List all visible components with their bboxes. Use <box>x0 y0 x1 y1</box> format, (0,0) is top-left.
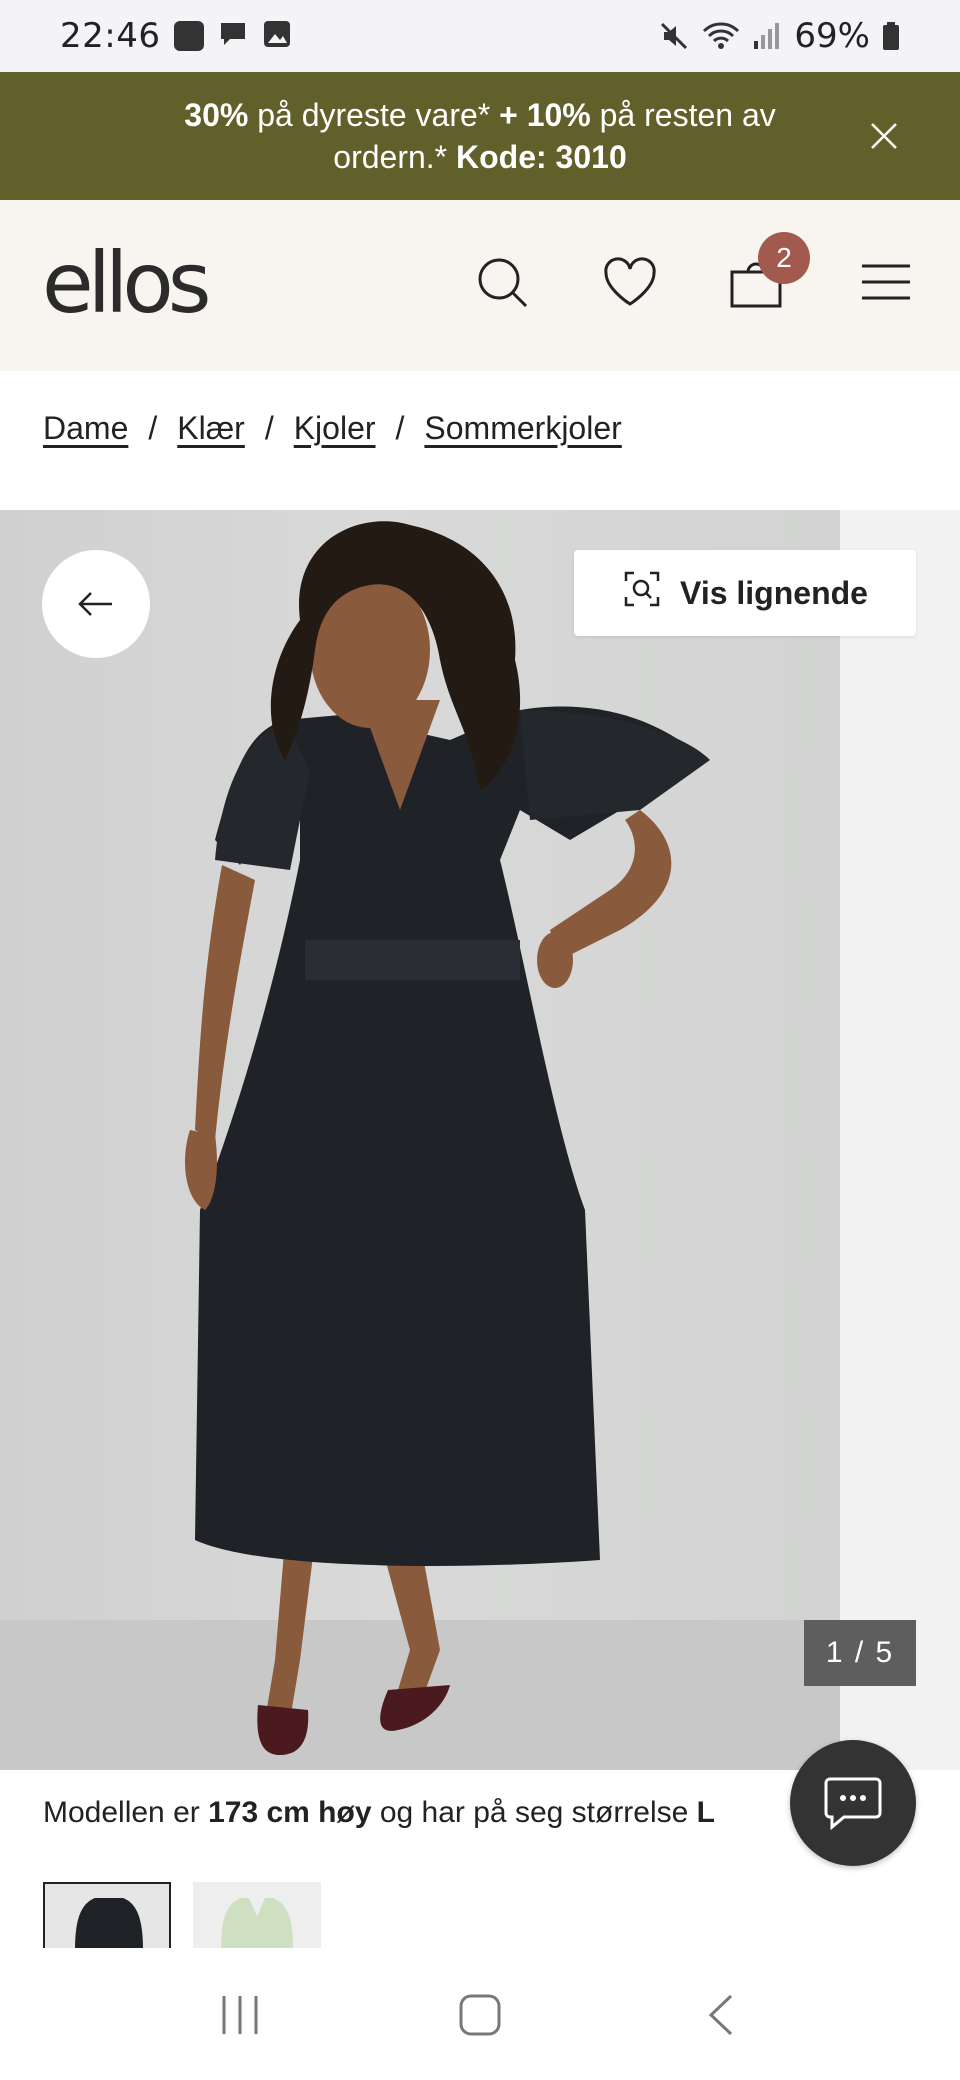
promo-discount-1: 30% <box>184 97 249 133</box>
model-info-text-2: og har på seg størrelse <box>371 1796 697 1829</box>
image-notification-icon <box>262 19 292 54</box>
promo-code: Kode: 3010 <box>456 139 627 175</box>
back-nav-button[interactable] <box>680 1975 760 2055</box>
chat-notification-icon <box>218 20 248 53</box>
breadcrumb-separator: / <box>148 410 158 446</box>
wifi-icon <box>702 21 740 51</box>
back-button[interactable] <box>42 550 150 658</box>
model-height: 173 cm høy <box>208 1796 372 1829</box>
menu-icon[interactable] <box>856 252 916 312</box>
chat-icon <box>824 1777 882 1831</box>
model-size: L <box>696 1796 715 1829</box>
breadcrumb-dame[interactable]: Dame <box>43 410 128 447</box>
home-button[interactable] <box>440 1975 520 2055</box>
status-left: 22:46 <box>60 16 292 56</box>
product-image[interactable] <box>0 510 840 1770</box>
recent-apps-button[interactable] <box>200 1975 280 2055</box>
close-icon[interactable] <box>866 118 902 154</box>
notification-app-icon <box>174 21 205 51</box>
promo-discount-2: + 10% <box>499 97 591 133</box>
arrow-left-icon <box>78 592 112 616</box>
mute-icon <box>658 20 690 52</box>
heart-icon[interactable] <box>600 252 660 312</box>
next-image-peek[interactable] <box>840 510 960 1770</box>
breadcrumb: Dame / Klær / Kjoler / Sommerkjoler <box>43 410 622 447</box>
breadcrumb-separator: / <box>264 410 274 446</box>
recent-apps-icon <box>222 1996 258 2034</box>
chat-button[interactable] <box>790 1740 916 1866</box>
system-nav-bar <box>0 1950 960 2080</box>
model-info: Modellen er 173 cm høy og har på seg stø… <box>43 1796 715 1830</box>
breadcrumb-klaer[interactable]: Klær <box>177 410 245 447</box>
thumbnail-black[interactable] <box>43 1882 171 1948</box>
breadcrumb-separator: / <box>395 410 405 446</box>
promo-text-1: på dyreste vare* <box>248 97 500 133</box>
image-counter: 1 / 5 <box>804 1620 916 1686</box>
battery-percent: 69% <box>794 16 870 56</box>
search-icon[interactable] <box>472 252 532 312</box>
cart-count-badge: 2 <box>758 232 810 284</box>
promo-text: 30% på dyreste vare* + 10% på resten av … <box>140 94 820 178</box>
visual-search-icon <box>622 569 662 617</box>
status-bar: 22:46 69% <box>0 0 960 72</box>
home-icon <box>459 1994 501 2036</box>
breadcrumb-sommerkjoler[interactable]: Sommerkjoler <box>424 410 621 447</box>
site-header: ellos 2 <box>0 200 960 371</box>
battery-icon <box>882 21 900 51</box>
product-photo-model <box>185 521 710 1755</box>
thumbnail-green[interactable] <box>193 1882 321 1948</box>
breadcrumb-kjoler[interactable]: Kjoler <box>294 410 376 447</box>
show-similar-button[interactable]: Vis lignende <box>574 550 916 636</box>
promo-banner[interactable]: 30% på dyreste vare* + 10% på resten av … <box>0 72 960 200</box>
status-time: 22:46 <box>60 16 161 56</box>
model-info-text-1: Modellen er <box>43 1796 209 1829</box>
chevron-left-icon <box>708 1994 733 2036</box>
ellos-logo[interactable]: ellos <box>42 238 211 328</box>
status-right: 69% <box>658 16 900 56</box>
show-similar-label: Vis lignende <box>680 574 868 611</box>
signal-icon <box>752 21 782 51</box>
thumbnail-strip <box>43 1882 321 1948</box>
